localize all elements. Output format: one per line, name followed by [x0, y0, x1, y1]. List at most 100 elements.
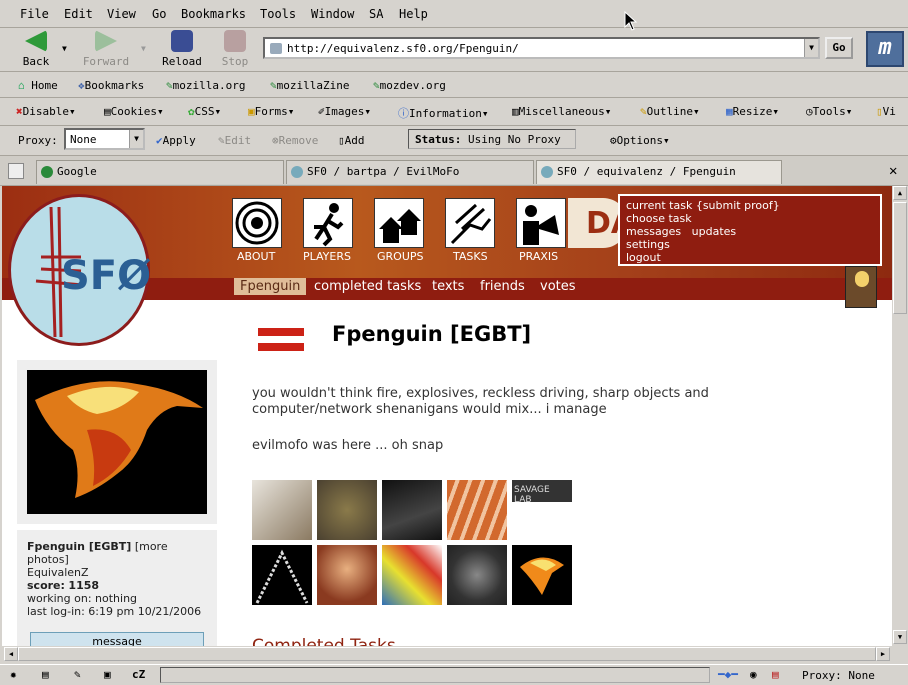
subnav-profile[interactable]: Fpenguin [234, 278, 307, 295]
horizontal-scrollbar[interactable]: ◀ ▶ [2, 646, 892, 662]
subnav-texts[interactable]: texts [432, 279, 464, 294]
proxy-edit-button[interactable]: ✎Edit [218, 134, 251, 147]
proxy-options-button[interactable]: ⚙Options▾ [610, 134, 670, 147]
go-button[interactable]: Go [825, 37, 853, 59]
back-button[interactable]: Back [8, 30, 64, 68]
players-icon[interactable] [303, 198, 353, 248]
avatar[interactable] [845, 266, 877, 308]
vertical-scrollbar[interactable]: ▲ ▼ [892, 186, 908, 646]
menu-view[interactable]: View [107, 7, 136, 21]
menu-edit[interactable]: Edit [64, 7, 93, 21]
photo-thumbnail[interactable] [382, 480, 442, 540]
url-dropdown-icon[interactable]: ▼ [804, 39, 818, 57]
groups-icon[interactable] [374, 198, 424, 248]
subnav-votes[interactable]: votes [540, 279, 576, 294]
menu-help[interactable]: Help [399, 7, 428, 21]
photo-thumbnail[interactable] [252, 545, 312, 605]
menu-tools[interactable]: Tools [260, 7, 296, 21]
choose-task-link[interactable]: choose task [626, 212, 874, 225]
groups-label[interactable]: GROUPS [377, 250, 424, 263]
dev-misc-menu[interactable]: ▥Miscellaneous▾ [512, 105, 611, 118]
dev-resize-menu[interactable]: ▦Resize▾ [726, 105, 779, 118]
dev-information-menu[interactable]: ⓘInformation▾ [398, 105, 488, 121]
back-dropdown-icon[interactable]: ▼ [62, 44, 67, 53]
bookmark-mozillazine[interactable]: ✎mozillaZine [270, 79, 349, 92]
messages-link[interactable]: messages [626, 225, 681, 238]
tab-google[interactable]: Google [36, 160, 284, 184]
privacy-eye-icon[interactable]: ◉ [750, 668, 757, 681]
dev-cookies-menu[interactable]: ▤Cookies▾ [104, 105, 164, 118]
photo-thumbnail[interactable] [382, 545, 442, 605]
photo-thumbnail[interactable] [447, 480, 507, 540]
url-field[interactable]: http://equivalenz.sf0.org/Fpenguin/ ▼ [263, 37, 820, 59]
logout-link[interactable]: logout [626, 251, 874, 264]
praxis-label[interactable]: PRAXIS [519, 250, 558, 263]
about-label[interactable]: ABOUT [237, 250, 275, 263]
subnav-completed-tasks[interactable]: completed tasks [314, 279, 421, 294]
dev-css-menu[interactable]: ✿CSS▾ [188, 105, 221, 118]
scroll-left-icon[interactable]: ◀ [4, 647, 18, 661]
online-status-icon[interactable]: ━◆━ [718, 668, 738, 681]
scroll-down-icon[interactable]: ▼ [893, 630, 907, 644]
dev-disable-menu[interactable]: ✖Disable▾ [16, 105, 76, 118]
hscroll-thumb[interactable] [18, 647, 876, 661]
about-icon[interactable] [232, 198, 282, 248]
bookmark-mozdev[interactable]: ✎mozdev.org [373, 79, 446, 92]
photo-thumbnail[interactable] [317, 480, 377, 540]
updates-link[interactable]: updates [692, 225, 737, 238]
stop-button[interactable]: Stop [207, 30, 263, 68]
proxy-add-button[interactable]: ▯Add [338, 134, 365, 147]
dev-outline-menu[interactable]: ✎Outline▾ [640, 105, 700, 118]
security-lock-icon[interactable]: ▤ [772, 668, 779, 681]
forward-button[interactable]: Forward [78, 30, 134, 68]
mozilla-logo-icon[interactable]: m [866, 31, 904, 67]
close-tab-icon[interactable]: ✕ [889, 163, 897, 179]
profile-photo[interactable] [27, 370, 207, 514]
new-tab-icon[interactable] [8, 163, 24, 179]
bookmark-home[interactable]: ⌂ Home [18, 79, 58, 92]
dev-images-menu[interactable]: ✐Images▾ [318, 105, 371, 118]
players-label[interactable]: PLAYERS [303, 250, 351, 263]
scrollbar-thumb[interactable] [893, 202, 907, 314]
photo-thumbnail[interactable] [512, 545, 572, 605]
proxy-remove-button[interactable]: ⊗Remove [272, 134, 318, 147]
bookmark-mozilla-org[interactable]: ✎mozilla.org [166, 79, 245, 92]
photo-thumbnail[interactable] [447, 545, 507, 605]
dev-tools-menu[interactable]: ◷Tools▾ [806, 105, 852, 118]
sf0-logo[interactable]: SFØ [8, 194, 151, 346]
proxy-apply-button[interactable]: ✔Apply [156, 134, 196, 147]
addressbook-icon[interactable]: ▣ [104, 668, 111, 681]
chatzilla-icon[interactable]: cZ [132, 668, 145, 681]
navigator-icon[interactable]: ✹ [10, 668, 17, 681]
proxy-select[interactable]: None ▼ [64, 128, 145, 150]
subnav-friends[interactable]: friends [480, 279, 525, 294]
bookmark-bookmarks[interactable]: ❖Bookmarks [78, 79, 144, 92]
settings-link[interactable]: settings [626, 238, 874, 251]
dev-view-menu[interactable]: ▯Vi [876, 105, 896, 118]
menu-file[interactable]: File [20, 7, 49, 21]
mail-icon[interactable]: ▤ [42, 668, 49, 681]
tab-evilmofo[interactable]: SF0 / bartpa / EvilMoFo [286, 160, 534, 184]
status-proxy[interactable]: Proxy: None [802, 669, 875, 682]
current-task-link[interactable]: current task {submit proof} [626, 199, 874, 212]
forward-dropdown-icon[interactable]: ▼ [141, 44, 146, 53]
chevron-down-icon[interactable]: ▼ [129, 130, 143, 148]
scroll-up-icon[interactable]: ▲ [893, 186, 907, 200]
message-button[interactable]: message [30, 632, 204, 646]
profile-group[interactable]: EquivalenZ [27, 566, 89, 579]
composer-icon[interactable]: ✎ [74, 668, 81, 681]
menu-go[interactable]: Go [152, 7, 166, 21]
menu-bookmarks[interactable]: Bookmarks [181, 7, 246, 21]
photo-thumbnail[interactable]: SAVAGE LAB [512, 480, 572, 502]
tasks-icon[interactable] [445, 198, 495, 248]
photo-thumbnail[interactable] [317, 545, 377, 605]
praxis-icon[interactable] [516, 198, 566, 248]
reload-button[interactable]: Reload [154, 30, 210, 68]
scroll-right-icon[interactable]: ▶ [876, 647, 890, 661]
menu-window[interactable]: Window [311, 7, 354, 21]
tasks-label[interactable]: TASKS [453, 250, 488, 263]
tab-fpenguin[interactable]: SF0 / equivalenz / Fpenguin [536, 160, 782, 184]
menu-sa[interactable]: SA [369, 7, 383, 21]
photo-thumbnail[interactable] [252, 480, 312, 540]
dev-forms-menu[interactable]: ▣Forms▾ [248, 105, 294, 118]
